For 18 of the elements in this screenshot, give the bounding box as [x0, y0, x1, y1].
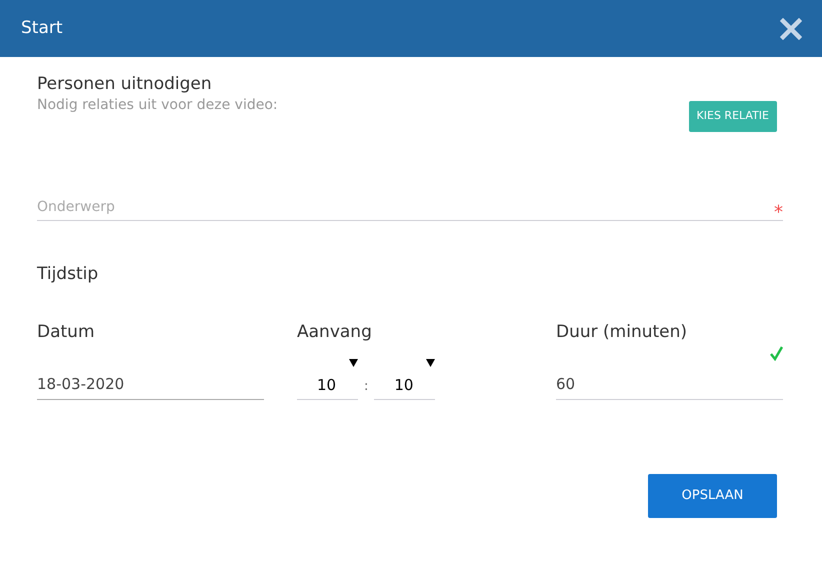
caret-icon: [426, 359, 436, 367]
caret-icon: [349, 359, 358, 367]
start-label: Aanvang: [297, 321, 372, 343]
duration-field[interactable]: 60: [556, 373, 783, 400]
save-button[interactable]: OPSLAAN: [648, 474, 777, 518]
window-title: Start: [21, 16, 63, 40]
section-heading: Personen uitnodigen: [37, 73, 213, 95]
hour-select[interactable]: 10: [297, 359, 358, 400]
duration-label: Duur (minuten): [556, 321, 688, 343]
section-subtitle: Nodig relaties uit voor deze video:: [37, 96, 278, 115]
date-field[interactable]: 18-03-2020: [37, 373, 264, 400]
time-heading: Tijdstip: [37, 263, 98, 285]
close-button[interactable]: [779, 16, 803, 40]
time-separator: :: [364, 378, 368, 396]
close-icon: [780, 18, 802, 40]
required-mark: *: [774, 206, 783, 220]
minute-select[interactable]: 10: [374, 359, 436, 400]
date-label: Datum: [37, 321, 95, 343]
